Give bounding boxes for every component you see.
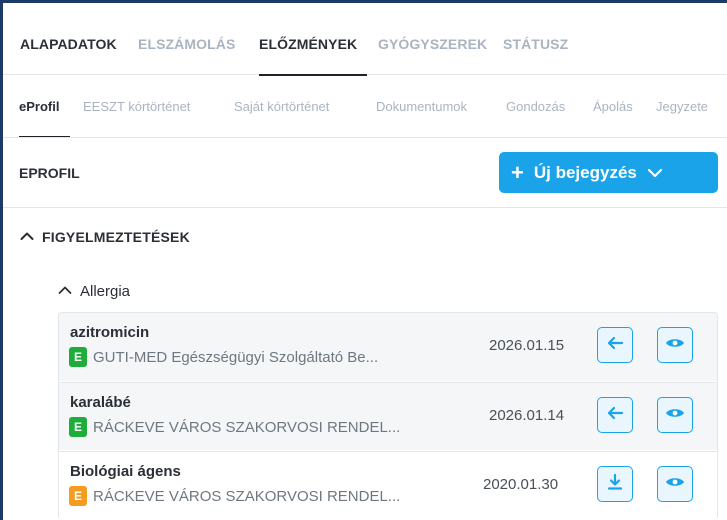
subtab-gondozas[interactable]: Gondozás [506,99,565,114]
entry-date: 2026.01.14 [489,407,565,424]
plus-icon: + [511,159,524,185]
entry-provider: RÁCKEVE VÁROS SZAKORVOSI RENDEL... [93,488,401,505]
source-badge: E [69,417,87,437]
section-title: EPROFIL [19,165,80,181]
main-tab-bar: ALAPADATOK ELSZÁMOLÁS ELŐZMÉNYEK GYÓGYSZ… [3,3,727,76]
entry-provider: RÁCKEVE VÁROS SZAKORVOSI RENDEL... [93,419,401,436]
entry-provider: GUTI-MED Egészségügyi Szolgáltató Be... [93,349,379,366]
entry-title: azitromicin [70,324,150,341]
entry-date: 2020.01.30 [483,476,559,493]
source-badge: E [69,347,87,367]
new-entry-label: Új bejegyzés [533,162,637,182]
download-button[interactable] [597,466,633,502]
tab-statusz[interactable]: STÁTUSZ [503,36,568,52]
section-header: EPROFIL + Új bejegyzés [3,138,727,208]
tab-gyogyszerek[interactable]: GYÓGYSZEREK [378,36,487,52]
group-toggle-figyelmeztetesek[interactable]: FIGYELMEZTETÉSEK [20,228,190,246]
subtab-apolas[interactable]: Ápolás [593,99,633,114]
view-button[interactable] [657,397,693,433]
subtab-sajat-kortortenet[interactable]: Saját kórtörténet [234,99,329,114]
tab-elszamolas[interactable]: ELSZÁMOLÁS [138,36,235,52]
entry-title: karalábé [70,394,131,411]
tab-elozmenyek[interactable]: ELŐZMÉNYEK [259,36,357,52]
view-button[interactable] [657,327,693,363]
subgroup-label: Allergia [80,282,131,300]
view-button[interactable] [657,466,693,502]
entry-title: Biológiai ágens [70,463,181,480]
eye-icon [665,406,685,424]
list-item[interactable]: karalábé E RÁCKEVE VÁROS SZAKORVOSI REND… [59,382,717,450]
allergy-list: azitromicin E GUTI-MED Egészségügyi Szol… [58,312,718,520]
subtab-jegyzetek[interactable]: Jegyzete [656,99,708,114]
tab-alapadatok[interactable]: ALAPADATOK [20,36,117,52]
list-item[interactable]: azitromicin E GUTI-MED Egészségügyi Szol… [59,313,717,381]
source-badge: E [69,486,87,506]
new-entry-button[interactable]: + Új bejegyzés [499,152,718,193]
entry-date: 2026.01.15 [489,337,565,354]
subtab-eprofil[interactable]: eProfil [19,99,59,114]
chevron-up-icon [20,228,34,246]
list-item[interactable]: Biológiai ágens E RÁCKEVE VÁROS SZAKORVO… [59,451,717,519]
chevron-down-icon [647,168,663,178]
arrow-left-icon [606,335,624,356]
subtab-dokumentumok[interactable]: Dokumentumok [376,99,467,114]
download-icon [606,473,624,496]
import-button[interactable] [597,397,633,433]
subgroup-toggle-allergia[interactable]: Allergia [58,282,130,300]
eye-icon [665,336,685,354]
group-label: FIGYELMEZTETÉSEK [42,229,190,245]
arrow-left-icon [606,405,624,426]
subtab-eeszt-kortortenet[interactable]: EESZT kórtörténet [83,99,190,114]
import-button[interactable] [597,327,633,363]
sub-tab-bar: eProfil EESZT kórtörténet Saját kórtörté… [3,75,727,138]
eye-icon [665,475,685,493]
chevron-up-icon [58,282,72,300]
